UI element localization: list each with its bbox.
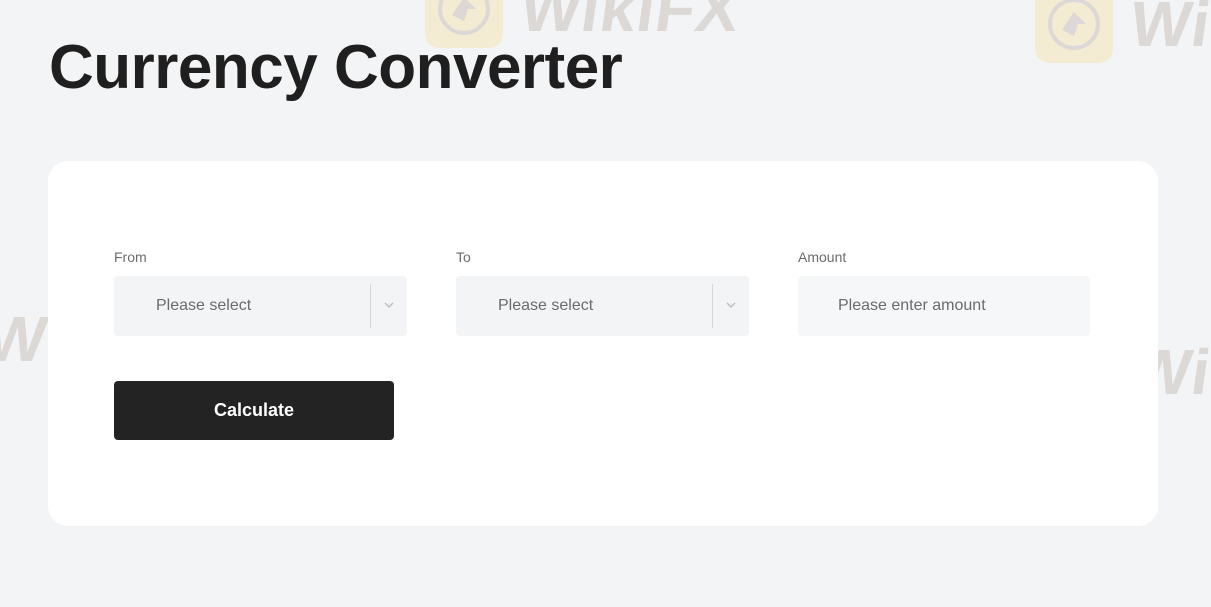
to-select-value: Please select: [498, 297, 594, 314]
to-label: To: [456, 249, 471, 265]
converter-card: From Please select To Please select Amou…: [48, 161, 1158, 526]
chevron-down-icon[interactable]: [383, 299, 395, 311]
from-select[interactable]: Please select: [114, 276, 407, 336]
from-label: From: [114, 249, 147, 265]
select-divider: [712, 284, 713, 328]
select-divider: [370, 284, 371, 328]
calculate-button[interactable]: Calculate: [114, 381, 394, 440]
to-select[interactable]: Please select: [456, 276, 749, 336]
from-select-value: Please select: [156, 297, 252, 314]
amount-label: Amount: [798, 249, 847, 265]
from-field: From Please select: [114, 249, 407, 336]
eagle-logo-icon: [1035, 0, 1113, 63]
chevron-down-icon[interactable]: [725, 299, 737, 311]
amount-input[interactable]: [798, 276, 1090, 336]
to-field: To Please select: [456, 249, 749, 336]
watermark-text: WikiFX: [1125, 0, 1211, 60]
page-title: Currency Converter: [49, 33, 623, 102]
amount-field: Amount: [798, 249, 1090, 336]
watermark-top-right: WikiFX: [1035, 0, 1211, 63]
